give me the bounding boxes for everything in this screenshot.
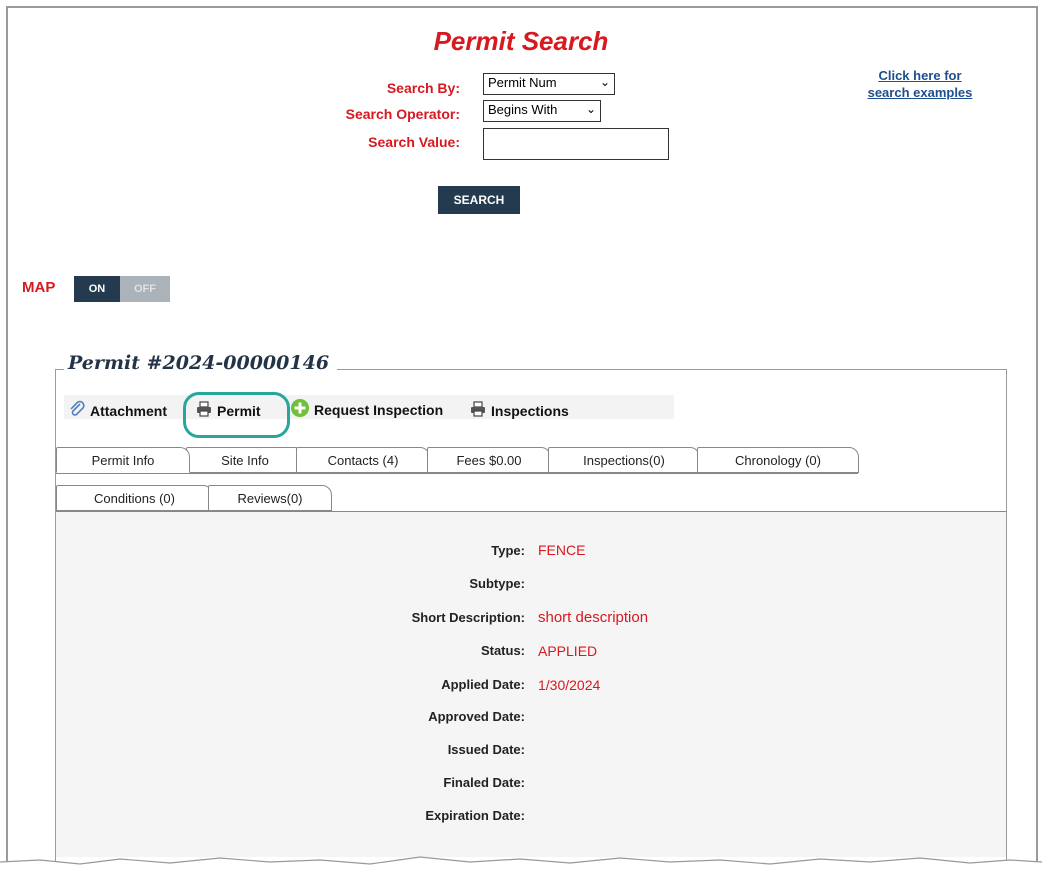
search-operator-select[interactable]: Begins With ⌄ xyxy=(483,100,601,122)
map-toggle-off[interactable]: OFF xyxy=(120,276,170,302)
attachment-label: Attachment xyxy=(90,402,168,419)
search-operator-label: Search Operator: xyxy=(345,106,460,122)
search-by-select[interactable]: Permit Num ⌄ xyxy=(483,73,615,95)
search-by-label: Search By: xyxy=(386,80,460,96)
search-examples-line1: Click here for xyxy=(878,68,962,83)
field-approved-date-label: Approved Date: xyxy=(428,709,525,724)
field-subtype-label: Subtype: xyxy=(469,576,525,591)
request-inspection-label: Request Inspection xyxy=(314,401,444,418)
tab-reviews[interactable]: Reviews(0) xyxy=(208,485,332,511)
inspections-print-action[interactable]: Inspections xyxy=(469,400,569,421)
tab-site-info[interactable]: Site Info xyxy=(186,447,304,473)
permit-info-panel xyxy=(56,512,1006,857)
permit-heading: Permit #2024-00000146 xyxy=(64,352,338,374)
field-expiration-date-label: Expiration Date: xyxy=(425,808,525,823)
field-issued-date-label: Issued Date: xyxy=(447,742,525,757)
field-short-description-value: short description xyxy=(538,609,649,626)
field-status-label: Status: xyxy=(480,643,525,658)
search-examples-line2: search examples xyxy=(867,85,973,100)
chevron-down-icon: ⌄ xyxy=(599,75,610,89)
field-short-description-label: Short Description: xyxy=(411,610,525,625)
field-applied-date-label: Applied Date: xyxy=(441,677,525,692)
field-finaled-date-label: Finaled Date: xyxy=(443,775,525,790)
tab-fees[interactable]: Fees $0.00 xyxy=(427,447,551,473)
tab-contacts[interactable]: Contacts (4) xyxy=(296,447,430,473)
highlight-ring xyxy=(183,392,290,438)
map-label: MAP xyxy=(22,279,56,296)
field-type-value: FENCE xyxy=(538,542,586,558)
search-operator-value: Begins With xyxy=(488,102,558,117)
tab-permit-info[interactable]: Permit Info xyxy=(56,447,190,473)
field-status-value: APPLIED xyxy=(538,643,598,659)
attachment-action[interactable]: Attachment xyxy=(68,400,167,421)
map-toggle[interactable]: ON OFF xyxy=(74,276,170,302)
map-toggle-on[interactable]: ON xyxy=(74,276,120,302)
tab-chronology[interactable]: Chronology (0) xyxy=(697,447,859,473)
torn-edge xyxy=(0,856,1042,880)
search-by-value: Permit Num xyxy=(488,75,557,90)
search-examples-link[interactable]: Click here for search examples xyxy=(855,67,985,101)
inspections-print-label: Inspections xyxy=(491,402,569,419)
field-applied-date-value: 1/30/2024 xyxy=(538,677,601,693)
add-circle-icon xyxy=(290,398,310,421)
request-inspection-action[interactable]: Request Inspection xyxy=(290,398,443,421)
page-title: Permit Search xyxy=(433,26,609,56)
tab-inspections[interactable]: Inspections(0) xyxy=(548,447,700,473)
search-value-label: Search Value: xyxy=(368,134,460,150)
printer-icon xyxy=(469,400,487,421)
search-value-input[interactable] xyxy=(483,128,669,160)
paperclip-icon xyxy=(68,400,86,421)
chevron-down-icon: ⌄ xyxy=(585,102,596,116)
tab-row-divider xyxy=(56,473,858,474)
field-type-label: Type: xyxy=(491,543,525,558)
search-button[interactable]: SEARCH xyxy=(438,186,520,214)
tab-conditions[interactable]: Conditions (0) xyxy=(56,485,213,511)
